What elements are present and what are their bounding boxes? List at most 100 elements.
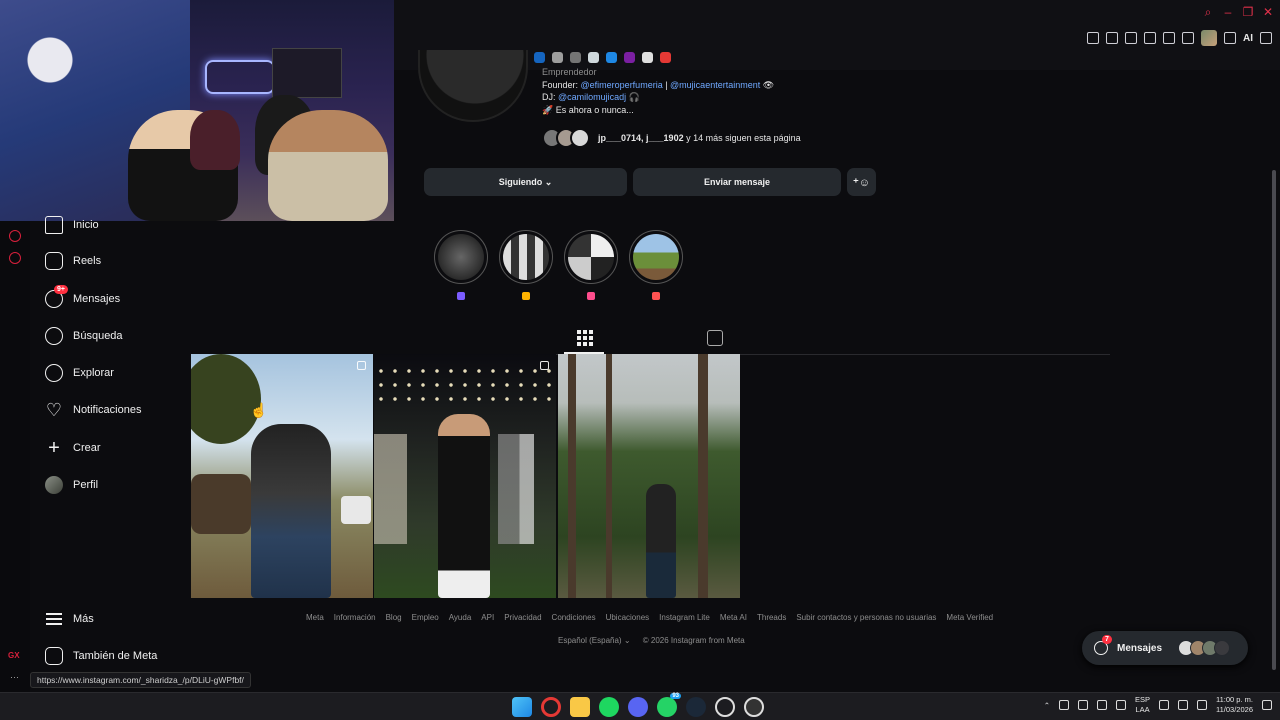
footer-link[interactable]: Condiciones	[552, 613, 596, 622]
founder-link-2[interactable]: @mujicaentertainment	[670, 80, 760, 90]
footer-link[interactable]: Privacidad	[504, 613, 541, 622]
nav-create[interactable]: + Crear	[45, 436, 100, 460]
story-highlight[interactable]	[499, 230, 553, 284]
page-scrollbar[interactable]	[1270, 70, 1278, 670]
spotify-icon[interactable]	[599, 697, 619, 717]
footer-link[interactable]: Ayuda	[449, 613, 472, 622]
minimize-icon[interactable]: –	[1222, 6, 1234, 18]
post-thumbnail[interactable]	[374, 354, 556, 598]
bookmark-icon[interactable]	[570, 52, 581, 63]
nav-messages[interactable]: 9+ Mensajes	[45, 285, 120, 311]
battery-icon[interactable]	[1197, 700, 1208, 710]
nav-home[interactable]: Inicio	[45, 213, 99, 237]
footer-link[interactable]: Meta Verified	[946, 613, 993, 622]
volume-icon[interactable]	[1178, 700, 1189, 710]
story-highlight[interactable]	[434, 230, 488, 284]
whatsapp-icon[interactable]: 93	[657, 693, 681, 717]
heart-icon: ♡	[45, 400, 63, 420]
pin-icon[interactable]	[1087, 32, 1099, 44]
opera-gx-icon[interactable]	[541, 697, 561, 717]
profile-avatar-icon[interactable]	[1201, 30, 1217, 46]
file-explorer-icon[interactable]	[570, 697, 590, 717]
microphone-icon[interactable]	[1097, 700, 1107, 710]
clock[interactable]: 11:00 p. m. 11/03/2026	[1216, 695, 1253, 715]
obs-icon[interactable]	[715, 697, 735, 717]
dj-link[interactable]: @camilomujicadj	[558, 92, 626, 102]
nav-more[interactable]: Más	[45, 607, 94, 631]
play-icon[interactable]	[1144, 32, 1156, 44]
followed-by-rest: y 14 más siguen esta página	[683, 133, 801, 143]
nav-notifications[interactable]: ♡ Notificaciones	[45, 398, 142, 422]
shield-icon[interactable]	[1125, 32, 1137, 44]
search-icon	[45, 327, 63, 345]
search-icon[interactable]: ⌕	[1202, 6, 1214, 18]
snapshot-icon[interactable]	[1106, 32, 1118, 44]
nav-search[interactable]: Búsqueda	[45, 324, 123, 348]
clock-time: 11:00 p. m.	[1216, 695, 1253, 704]
footer-link[interactable]: Información	[334, 613, 376, 622]
heart-icon[interactable]	[1163, 32, 1175, 44]
footer-link[interactable]: Instagram Lite	[659, 613, 710, 622]
ai-button[interactable]: AI	[1243, 33, 1253, 44]
send-message-button[interactable]: Enviar mensaje	[633, 168, 841, 196]
footer-link[interactable]: Meta	[306, 613, 324, 622]
footer-link[interactable]: Subir contactos y personas no usuarias	[796, 613, 936, 622]
profile-picture[interactable]	[418, 50, 528, 122]
post-thumbnail[interactable]	[191, 354, 373, 598]
notifications-icon[interactable]	[1262, 700, 1272, 710]
chevron-up-icon[interactable]: ⌃	[1044, 701, 1050, 710]
clock-date: 11/03/2026	[1216, 705, 1253, 714]
scrollbar-thumb[interactable]	[1272, 170, 1276, 670]
windows-start-icon[interactable]	[512, 697, 532, 717]
messages-pill[interactable]: 7 Mensajes	[1082, 631, 1248, 665]
founder-link-1[interactable]: @efimeroperfumeria	[581, 80, 663, 90]
nav-explore[interactable]: Explorar	[45, 361, 114, 385]
story-highlight[interactable]	[564, 230, 618, 284]
bookmark-icon[interactable]	[624, 52, 635, 63]
footer-link[interactable]: Blog	[386, 613, 402, 622]
post-thumbnail[interactable]	[558, 354, 740, 598]
bookmark-icon[interactable]	[642, 52, 653, 63]
bookmark-icon[interactable]	[552, 52, 563, 63]
close-icon[interactable]: ✕	[1262, 6, 1274, 18]
gx-more-button[interactable]: ···	[10, 672, 19, 682]
extensions-toolbar: AI	[1087, 30, 1272, 46]
download-icon[interactable]	[1224, 32, 1236, 44]
posts-grid-tab[interactable]	[577, 330, 593, 346]
discord-icon[interactable]	[628, 697, 648, 717]
menu-icon[interactable]	[1260, 32, 1272, 44]
bookmark-icon[interactable]	[606, 52, 617, 63]
story-highlight[interactable]	[629, 230, 683, 284]
keyboard-icon[interactable]	[1116, 700, 1126, 710]
language-selector[interactable]: Español (España) ⌄	[558, 636, 631, 645]
following-button[interactable]: Siguiendo ⌄	[424, 168, 627, 196]
tray-app-icon[interactable]	[1059, 700, 1069, 710]
extensions-icon[interactable]	[1182, 32, 1194, 44]
tray-app-icon[interactable]	[1078, 700, 1088, 710]
input-language[interactable]: ESP LAA	[1135, 695, 1150, 715]
footer-link[interactable]: Threads	[757, 613, 786, 622]
webcam-overlay	[0, 0, 394, 221]
footer-link[interactable]: Empleo	[412, 613, 439, 622]
bookmark-icon[interactable]	[660, 52, 671, 63]
tagged-tab[interactable]	[707, 330, 723, 346]
suggest-users-button[interactable]: ⁺☺	[847, 168, 876, 196]
nav-reels[interactable]: Reels	[45, 249, 101, 273]
footer-link[interactable]: API	[481, 613, 494, 622]
bookmark-icon[interactable]	[588, 52, 599, 63]
maximize-icon[interactable]: ❐	[1242, 6, 1254, 18]
recording-app-icon[interactable]	[744, 697, 764, 717]
profile-bio: Emprendedor Founder: @efimeroperfumeria …	[542, 66, 774, 116]
footer-link[interactable]: Ubicaciones	[606, 613, 650, 622]
history-icon[interactable]	[9, 252, 21, 264]
network-icon[interactable]	[1159, 700, 1170, 710]
followed-by[interactable]: jp___0714, j___1902 y 14 más siguen esta…	[542, 128, 801, 148]
nav-profile[interactable]: Perfil	[45, 473, 98, 497]
clock-icon[interactable]	[9, 230, 21, 242]
profile-category: Emprendedor	[542, 67, 597, 77]
steam-icon[interactable]	[686, 697, 706, 717]
nav-also-meta-label: También de Meta	[73, 650, 158, 662]
bookmark-icon[interactable]	[534, 52, 545, 63]
nav-also-meta[interactable]: También de Meta	[45, 644, 157, 668]
footer-link[interactable]: Meta AI	[720, 613, 747, 622]
